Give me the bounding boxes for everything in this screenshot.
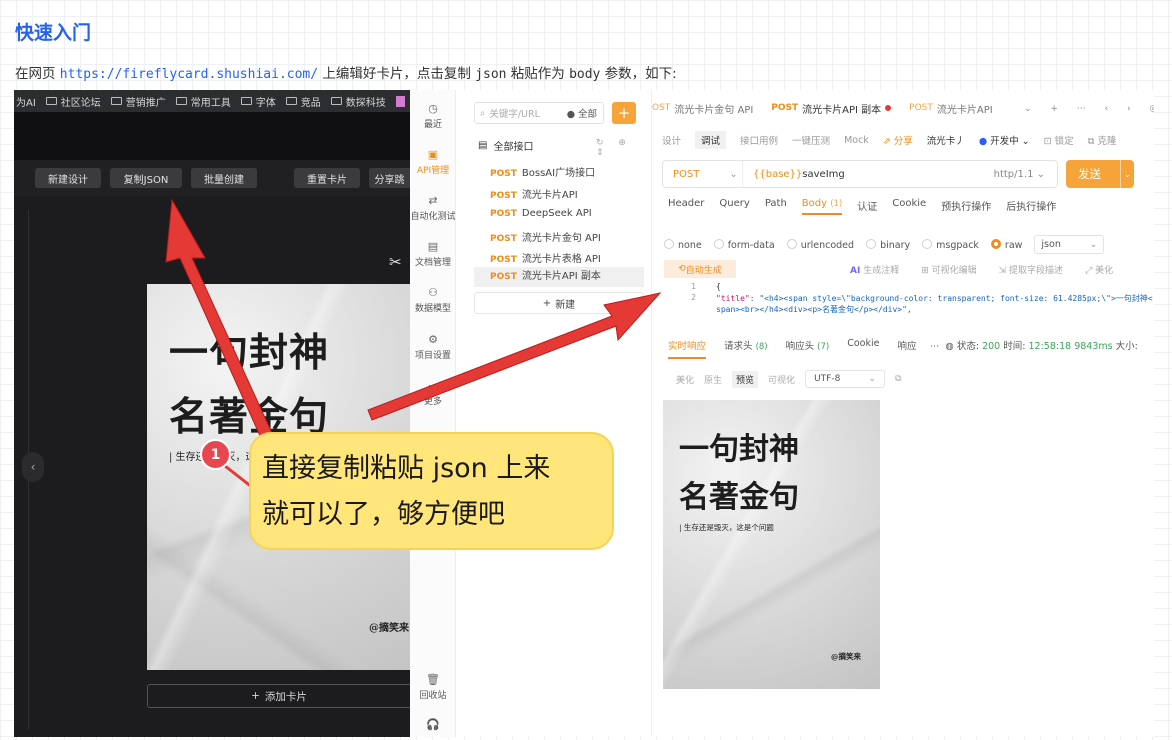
arrow-to-copy-json: [165, 198, 283, 459]
arrow-to-json-body: [367, 292, 662, 421]
annotation-arrows: [165, 198, 662, 497]
step-badge: 1: [200, 439, 231, 470]
callout-note: 直接复制粘贴 json 上来 就可以了，够方便吧: [249, 432, 614, 550]
callout-line-1: 直接复制粘贴 json 上来: [262, 453, 551, 484]
callout-line-2: 就可以了，够方便吧: [262, 499, 505, 530]
